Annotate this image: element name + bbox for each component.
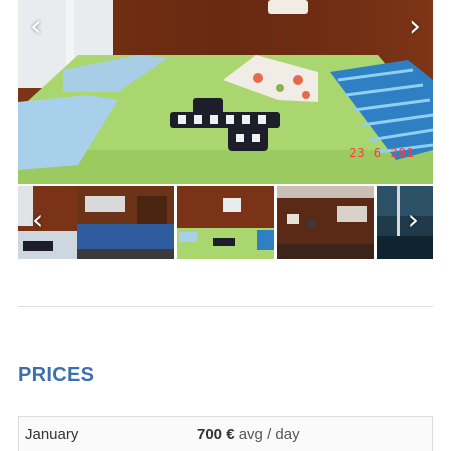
gallery-prev-button[interactable]: ‹ [30,12,42,42]
thumb-deck[interactable] [377,186,433,259]
thumb-saloon-wood[interactable] [277,186,374,259]
section-divider [18,306,433,307]
price-row-january: January 700 € avg / day [18,416,433,451]
prices-heading: PRICES [18,364,95,386]
thumbnail-strip: ‹ › [18,186,433,260]
price-value: 700 € avg / day [197,426,300,443]
price-month: January [25,426,79,443]
thumb-salon[interactable] [77,186,174,259]
thumb-bedroom[interactable] [177,186,274,259]
gallery-next-button[interactable]: › [409,12,421,42]
price-unit: avg / day [238,426,300,443]
photo-date-stamp: 23 6 201 [349,146,415,160]
photo-gallery: ‹ › 23 6 201 [18,0,433,184]
price-amount: 700 € [197,426,235,443]
thumbs-next-button[interactable]: › [408,206,419,234]
thumbs-prev-button[interactable]: ‹ [32,206,43,234]
